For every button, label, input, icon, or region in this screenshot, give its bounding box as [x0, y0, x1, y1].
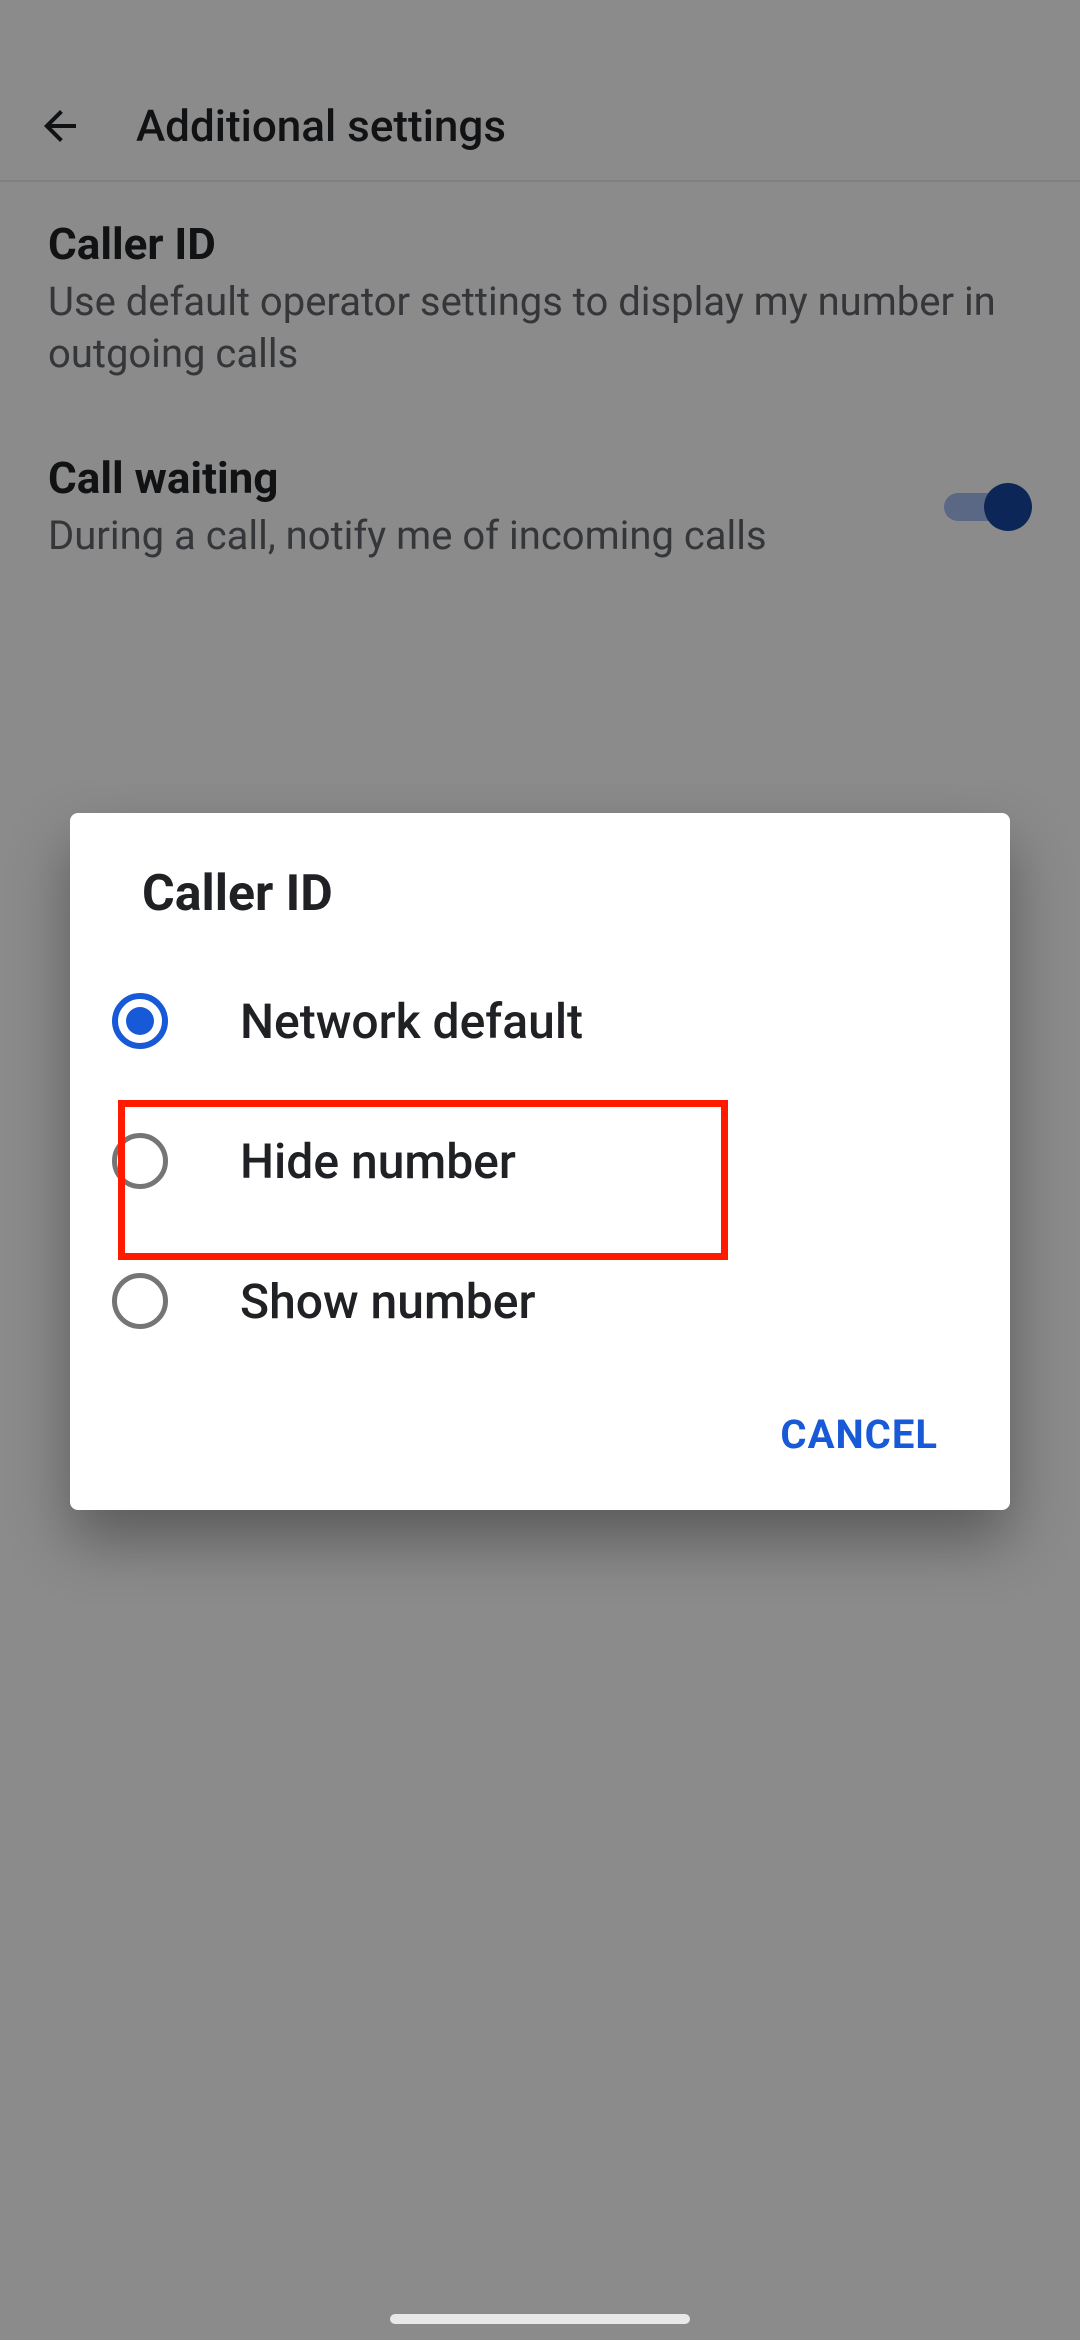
modal-scrim[interactable]: Caller ID Network default Hide number Sh… — [0, 0, 1080, 2340]
option-network-default[interactable]: Network default — [70, 951, 1010, 1091]
radio-selected-icon — [112, 993, 168, 1049]
caller-id-dialog: Caller ID Network default Hide number Sh… — [70, 813, 1010, 1510]
dialog-actions: CANCEL — [70, 1371, 1010, 1486]
gesture-bar — [390, 2314, 690, 2324]
option-hide-number[interactable]: Hide number — [70, 1091, 1010, 1231]
radio-unselected-icon — [112, 1133, 168, 1189]
option-label: Show number — [240, 1273, 535, 1330]
cancel-button[interactable]: CANCEL — [768, 1395, 950, 1474]
option-label: Hide number — [240, 1133, 516, 1190]
dialog-title: Caller ID — [70, 813, 1010, 951]
radio-unselected-icon — [112, 1273, 168, 1329]
option-show-number[interactable]: Show number — [70, 1231, 1010, 1371]
option-label: Network default — [240, 993, 583, 1050]
